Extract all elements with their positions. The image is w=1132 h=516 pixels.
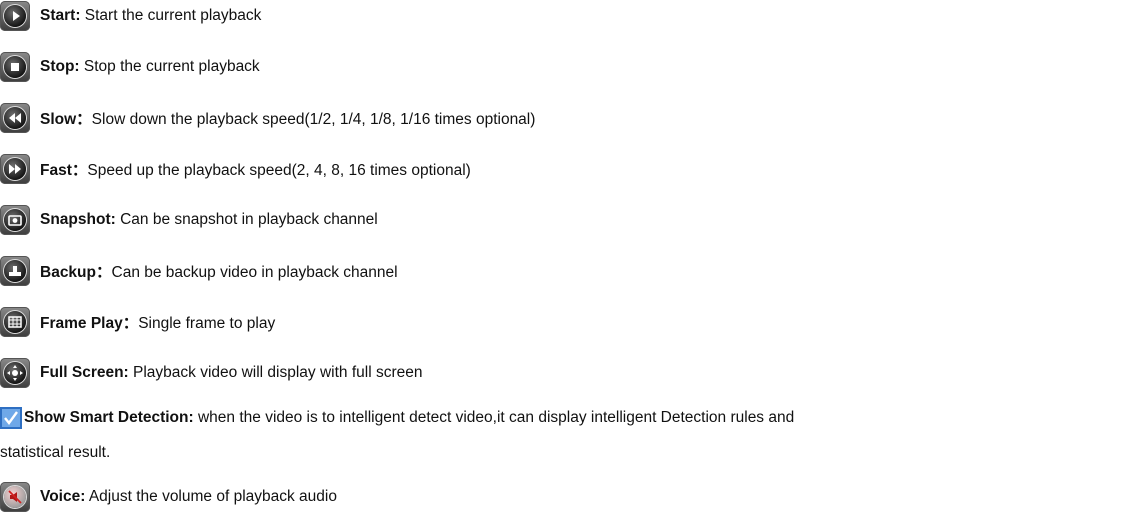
voice-icon[interactable] <box>0 482 30 512</box>
item-text-continuation: statistical result. <box>0 444 111 461</box>
play-icon[interactable] <box>0 1 30 31</box>
item-text: Slow：Slow down the playback speed(1/2, 1… <box>40 111 536 128</box>
item-text: Full Screen: Playback video will display… <box>40 364 423 381</box>
item-backup: Backup：Can be backup video in playback c… <box>0 256 398 286</box>
item-voice: Voice: Adjust the volume of playback aud… <box>0 482 337 512</box>
item-text: Show Smart Detection: when the video is … <box>24 409 795 426</box>
item-text: Fast：Speed up the playback speed(2, 4, 8… <box>40 162 471 179</box>
frame-play-icon[interactable] <box>0 307 30 337</box>
full-screen-icon[interactable] <box>0 358 30 388</box>
item-text: Start: Start the current playback <box>40 7 262 24</box>
item-stop: Stop: Stop the current playback <box>0 52 260 82</box>
item-slow: Slow：Slow down the playback speed(1/2, 1… <box>0 103 535 133</box>
item-fast: Fast：Speed up the playback speed(2, 4, 8… <box>0 154 471 184</box>
item-text: Stop: Stop the current playback <box>40 58 260 75</box>
item-full-screen: Full Screen: Playback video will display… <box>0 358 423 388</box>
snapshot-icon[interactable] <box>0 205 30 235</box>
item-text: Voice: Adjust the volume of playback aud… <box>40 488 337 505</box>
checkbox-checked-icon[interactable] <box>0 407 22 429</box>
stop-icon[interactable] <box>0 52 30 82</box>
slow-icon[interactable] <box>0 103 30 133</box>
item-text: Frame Play：Single frame to play <box>40 315 276 332</box>
item-show-smart-detection: Show Smart Detection: when the video is … <box>0 404 1132 462</box>
item-text: Backup：Can be backup video in playback c… <box>40 264 398 281</box>
item-snapshot: Snapshot: Can be snapshot in playback ch… <box>0 205 378 235</box>
item-start: Start: Start the current playback <box>0 1 261 31</box>
backup-icon[interactable] <box>0 256 30 286</box>
item-text: Snapshot: Can be snapshot in playback ch… <box>40 211 378 228</box>
fast-icon[interactable] <box>0 154 30 184</box>
item-frame-play: Frame Play：Single frame to play <box>0 307 275 337</box>
